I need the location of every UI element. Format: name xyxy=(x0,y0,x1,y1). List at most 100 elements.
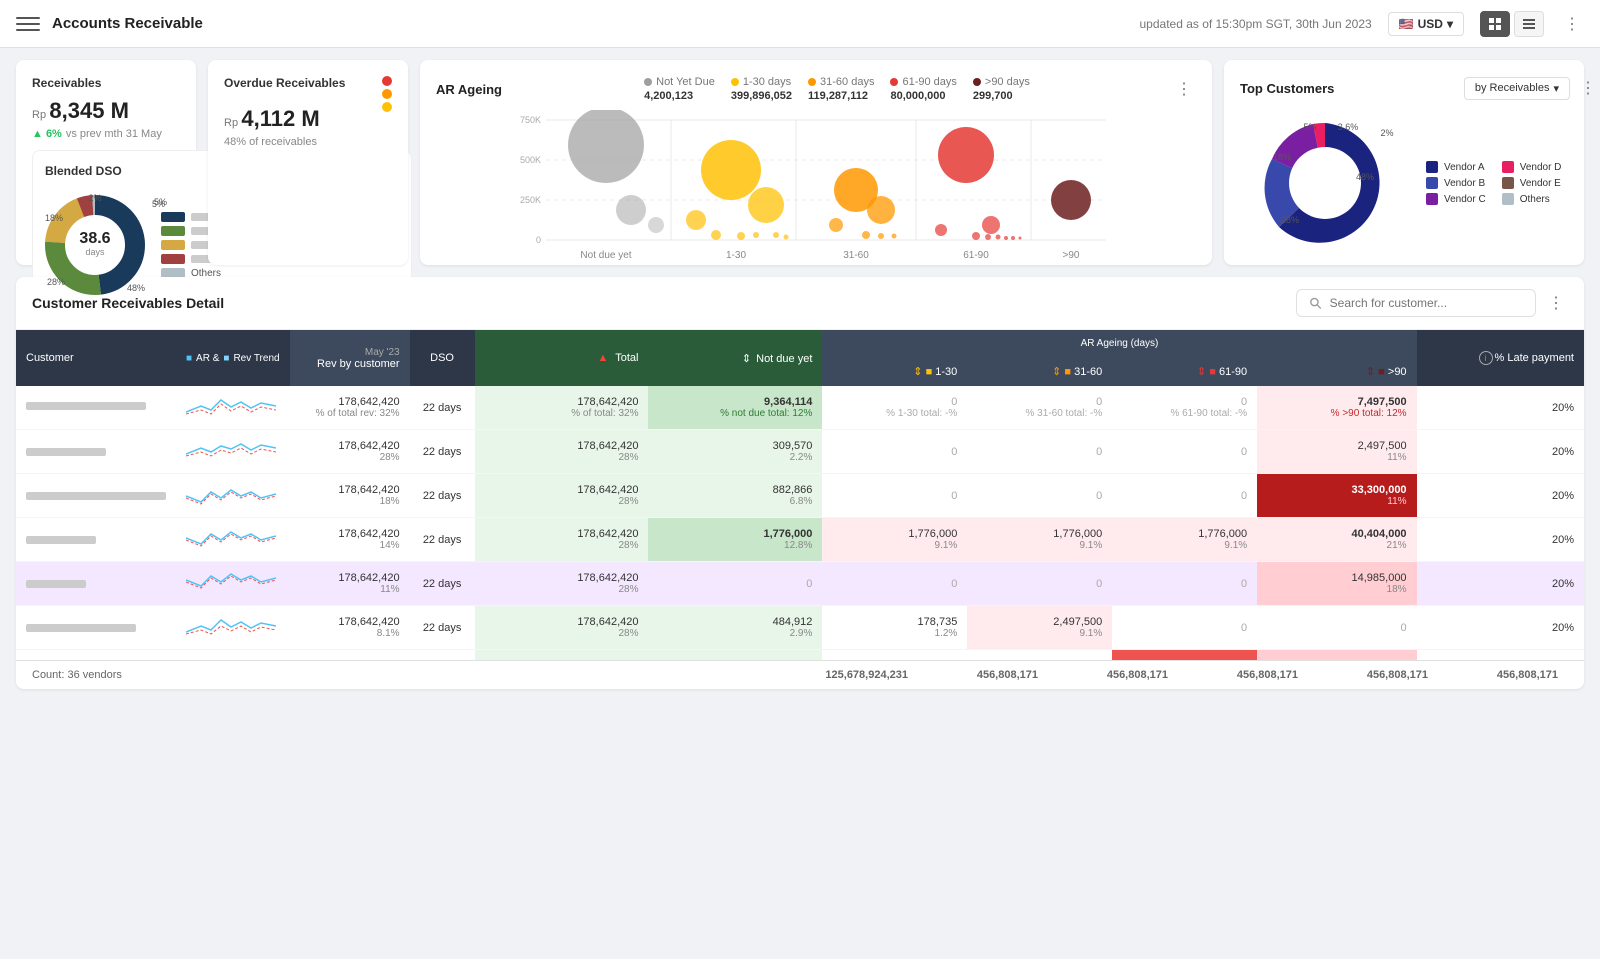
trend-pct: ▲ 6% xyxy=(32,128,62,140)
legend-vendor-c: Vendor C xyxy=(1426,193,1486,205)
sidebar-toggle[interactable] xyxy=(16,12,40,36)
dso-cell: 22 days xyxy=(410,474,475,518)
ar1-cell: 178,7351.2% xyxy=(822,606,967,650)
total-cell: 178,642,42028% xyxy=(475,518,649,562)
th-total: ▲ Total xyxy=(475,330,649,386)
detail-more-button[interactable]: ⋮ xyxy=(1544,291,1568,315)
dso-cell: 22 days xyxy=(410,518,475,562)
svg-text:2%: 2% xyxy=(1380,128,1393,138)
table-row: 178,642,42011% 22 days 178,642,42028% 0 … xyxy=(16,562,1584,606)
legend-90plus: >90 days 299,700 xyxy=(973,76,1030,102)
ar-bubble-chart-wrapper: 750K 500K 250K 0 xyxy=(436,110,1196,278)
table-scroll[interactable]: Customer ■AR & ■Rev Trend May '23 Rev xyxy=(16,330,1584,660)
svg-text:1-30: 1-30 xyxy=(726,250,746,261)
rev-cell: 178,642,42011% xyxy=(290,562,410,606)
ar90-cell: 7,497,500% >90 total: 12% xyxy=(1257,386,1416,430)
th-dso: DSO xyxy=(410,330,475,386)
svg-text:61-90: 61-90 xyxy=(963,250,989,261)
legend-31-60: 31-60 days 119,287,112 xyxy=(808,76,874,102)
top-customers-card: Top Customers by Receivables ▾ ⋮ xyxy=(1224,60,1584,265)
top-cards-row: Receivables Rp 8,345 M ▲ 6% vs prev mth … xyxy=(16,60,1584,265)
footer-total: 125,678,924,231 xyxy=(788,669,918,681)
detail-header: Customer Receivables Detail ⋮ xyxy=(16,277,1584,330)
svg-text:days: days xyxy=(85,247,105,257)
main-content: Receivables Rp 8,345 M ▲ 6% vs prev mth … xyxy=(0,48,1600,959)
ar-legend: Not Yet Due 4,200,123 1-30 days 399,896,… xyxy=(644,76,1030,102)
receivables-prefix: Rp xyxy=(32,109,46,121)
late-cell: 20% xyxy=(1417,606,1584,650)
detail-section: Customer Receivables Detail ⋮ Customer xyxy=(16,277,1584,689)
late-cell: 20% xyxy=(1417,474,1584,518)
currency-selector[interactable]: 🇺🇸 USD ▾ xyxy=(1388,12,1464,36)
dso-cell: 22 days xyxy=(410,650,475,661)
late-cell: 20% xyxy=(1417,518,1584,562)
notdue-cell: 309,5702.2% xyxy=(648,430,822,474)
legend-vendor-b: Vendor B xyxy=(1426,177,1486,189)
ar31-cell: 1,776,0009.1% xyxy=(967,518,1112,562)
detail-title: Customer Receivables Detail xyxy=(32,295,1296,311)
svg-text:38.6: 38.6 xyxy=(79,230,110,247)
svg-text:0: 0 xyxy=(536,235,541,245)
dso-cell: 22 days xyxy=(410,606,475,650)
table-row: 178,642,42018% 22 days 178,642,42028% 88… xyxy=(16,474,1584,518)
notdue-cell: 0 xyxy=(648,562,822,606)
late-cell: 20% xyxy=(1417,430,1584,474)
receivables-trend: ▲ 6% vs prev mth 31 May xyxy=(32,128,180,140)
top-customers-more-button[interactable]: ⋮ xyxy=(1576,76,1600,100)
top-customers-title: Top Customers xyxy=(1240,81,1334,96)
svg-text:Not due yet: Not due yet xyxy=(580,250,631,261)
trend-label: vs prev mth 31 May xyxy=(66,128,162,140)
legend-61-90: 61-90 days 80,000,000 xyxy=(890,76,956,102)
th-31-60: ⇕ ■ 31-60 xyxy=(967,357,1112,386)
late-cell: 20% xyxy=(1417,650,1584,661)
th-90plus: ⇕ ■ >90 xyxy=(1257,357,1416,386)
dso-cell: 22 days xyxy=(410,430,475,474)
late-info-icon[interactable]: i xyxy=(1479,351,1493,365)
table-footer: Count: 36 vendors 125,678,924,231 456,80… xyxy=(16,660,1584,689)
customer-name xyxy=(16,386,176,430)
ar61-cell: 0 xyxy=(1112,562,1257,606)
ar61-cell: 1,776,0009.1% xyxy=(1112,518,1257,562)
rev-cell: 178,642,4208.1% xyxy=(290,606,410,650)
rev-cell: 178,642,42014% xyxy=(290,518,410,562)
total-cell: 178,642,42028% xyxy=(475,606,649,650)
table-view-button[interactable] xyxy=(1514,11,1544,37)
ar-bubble-chart: 750K 500K 250K 0 xyxy=(436,110,1196,275)
sparkline-cell xyxy=(176,606,290,650)
grid-view-button[interactable] xyxy=(1480,11,1510,37)
top-customers-legend: Vendor A Vendor D Vendor B Vendor E Vend… xyxy=(1426,161,1561,205)
header-more-button[interactable]: ⋮ xyxy=(1560,12,1584,36)
top-customers-donut: 48% 28% 18% 5% 3.6% 2% xyxy=(1240,108,1410,258)
th-ar-group: AR Ageing (days) xyxy=(822,330,1416,357)
overdue-card: Overdue Receivables Rp 4,112 M 48% of re… xyxy=(208,60,408,265)
table-row: 178,642,420% of total rev: 32% 22 days 1… xyxy=(16,386,1584,430)
header-right: 🇺🇸 USD ▾ ⋮ xyxy=(1388,11,1584,37)
search-box[interactable] xyxy=(1296,289,1536,317)
footer-61-90: 456,808,171 xyxy=(1308,669,1438,681)
ar1-cell: 0 xyxy=(822,562,967,606)
ar31-cell: 0 xyxy=(967,430,1112,474)
legend-vendor-d: Vendor D xyxy=(1502,161,1562,173)
search-input[interactable] xyxy=(1330,296,1523,310)
legend-1-30: 1-30 days 399,896,052 xyxy=(731,76,792,102)
flag-icon: 🇺🇸 xyxy=(1399,17,1414,31)
search-icon xyxy=(1309,296,1322,310)
sparkline-cell xyxy=(176,430,290,474)
svg-text:500K: 500K xyxy=(520,155,541,165)
customer-name xyxy=(16,650,176,661)
sparkline-cell xyxy=(176,386,290,430)
header-meta: updated as of 15:30pm SGT, 30th Jun 2023 xyxy=(1140,17,1372,31)
total-cell: 178,642,42028% xyxy=(475,474,649,518)
view-toggle xyxy=(1480,11,1544,37)
by-receivables-button[interactable]: by Receivables ▾ xyxy=(1464,77,1570,100)
ar90-cell: 33,300,00011% xyxy=(1257,474,1416,518)
ar61-cell: 0 xyxy=(1112,430,1257,474)
table-row: 178,642,42014% 22 days 178,642,42028% 1,… xyxy=(16,518,1584,562)
customer-name xyxy=(16,606,176,650)
table-row: 178,642,4207.6% 22 days 178,642,42028% 1… xyxy=(16,650,1584,661)
rev-cell: 178,642,42028% xyxy=(290,430,410,474)
footer-31-60: 456,808,171 xyxy=(1178,669,1308,681)
rev-cell: 178,642,42018% xyxy=(290,474,410,518)
chevron-down-icon: ▾ xyxy=(1553,82,1559,95)
ar-more-button[interactable]: ⋮ xyxy=(1172,77,1196,101)
